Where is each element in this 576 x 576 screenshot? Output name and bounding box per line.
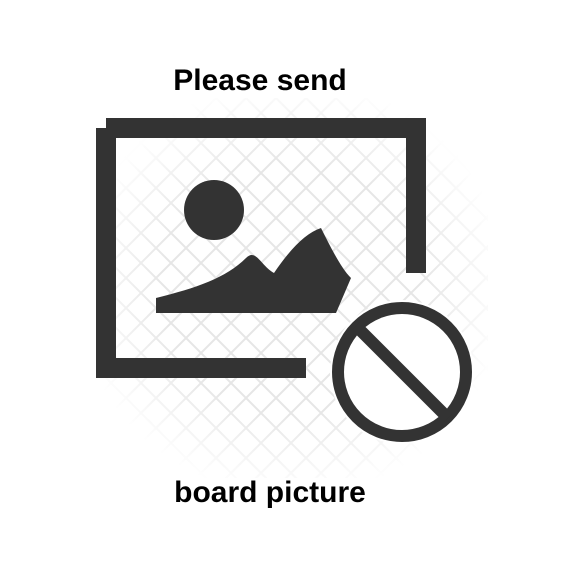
- caption-please-send: Please send: [173, 64, 347, 97]
- prohibited-icon: [330, 300, 474, 444]
- no-image-illustration: [96, 98, 488, 478]
- caption-board-picture: board picture: [174, 476, 366, 509]
